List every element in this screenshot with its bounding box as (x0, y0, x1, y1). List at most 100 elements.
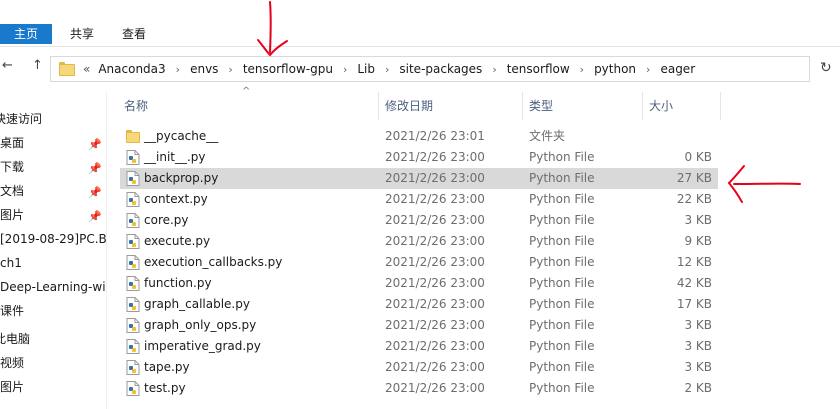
file-size: 9 KB (684, 234, 712, 248)
chevron-right-icon[interactable]: › (228, 63, 232, 76)
nav-item-pictures-pc[interactable]: 图片 (0, 376, 24, 398)
file-row[interactable]: imperative_grad.py 2021/2/26 23:00 Python … (120, 336, 718, 357)
file-type: Python File (529, 192, 595, 206)
file-type: Python File (529, 381, 595, 395)
breadcrumb-eager[interactable]: eager (660, 62, 695, 76)
pin-icon: 📌 (88, 210, 102, 223)
nav-item-deep-learning[interactable]: Deep-Learning-wi (0, 276, 106, 298)
column-divider[interactable] (642, 92, 643, 120)
pin-icon: 📌 (88, 162, 102, 175)
file-type: Python File (529, 276, 595, 290)
file-date: 2021/2/26 23:00 (385, 234, 485, 248)
column-divider[interactable] (522, 92, 523, 120)
nav-item-this-pc[interactable]: 此电脑 (0, 328, 30, 350)
file-name: function.py (144, 276, 212, 290)
file-name: test.py (144, 381, 186, 395)
file-date: 2021/2/26 23:00 (385, 276, 485, 290)
nav-item-documents[interactable]: 文档 (0, 180, 24, 202)
overflow-icon[interactable]: « (83, 62, 90, 76)
python-file-icon (126, 213, 140, 228)
nav-item-courseware[interactable]: 课件 (0, 300, 24, 322)
file-name: execution_callbacks.py (144, 255, 283, 269)
file-date: 2021/2/26 23:00 (385, 255, 485, 269)
file-size: 27 KB (676, 171, 712, 185)
nav-item-quick-access[interactable]: 快速访问 (0, 108, 42, 130)
column-header-type[interactable]: 类型 (529, 96, 553, 116)
refresh-icon[interactable]: ↻ (820, 60, 832, 76)
file-row[interactable]: tape.py 2021/2/26 23:00 Python File 3 KB (120, 357, 718, 378)
file-size: 22 KB (676, 192, 712, 206)
address-bar[interactable]: « Anaconda3 › envs › tensorflow-gpu › Li… (50, 56, 810, 82)
pin-icon: 📌 (88, 186, 102, 199)
file-row[interactable]: execution_callbacks.py 2021/2/26 23:00 Pyt… (120, 252, 718, 273)
column-header-date[interactable]: 修改日期 (385, 96, 433, 116)
sort-caret-icon: ^ (242, 86, 251, 97)
column-header-size[interactable]: 大小 (649, 96, 673, 116)
column-divider[interactable] (378, 92, 379, 120)
python-file-icon (126, 255, 140, 270)
column-header-name[interactable]: 名称 (124, 96, 148, 116)
breadcrumb-tensorflow[interactable]: tensorflow (507, 62, 570, 76)
file-size: 3 KB (684, 360, 712, 374)
column-divider[interactable] (720, 92, 721, 120)
file-row[interactable]: __init__.py 2021/2/26 23:00 Python File 0 K… (120, 147, 718, 168)
python-file-icon (126, 276, 140, 291)
python-file-icon (126, 171, 140, 186)
chevron-right-icon[interactable]: › (343, 63, 347, 76)
nav-item-downloads[interactable]: 下载 (0, 156, 24, 178)
file-name: context.py (144, 192, 208, 206)
file-name: __init__.py (144, 150, 206, 164)
file-date: 2021/2/26 23:00 (385, 360, 485, 374)
back-icon[interactable]: ← (2, 58, 13, 73)
breadcrumb-anaconda3[interactable]: Anaconda3 (98, 62, 165, 76)
python-file-icon (126, 192, 140, 207)
file-row[interactable]: test.py 2021/2/26 23:00 Python File 2 KB (120, 378, 718, 399)
file-size: 3 KB (684, 318, 712, 332)
nav-item-pc-folder[interactable]: [2019-08-29]PC.Bu (0, 228, 106, 250)
python-file-icon (126, 234, 140, 249)
file-row[interactable]: backprop.py 2021/2/26 23:00 Python File 27 … (120, 168, 718, 189)
python-file-icon (126, 360, 140, 375)
breadcrumb-site-packages[interactable]: site-packages (399, 62, 482, 76)
chevron-right-icon[interactable]: › (646, 63, 650, 76)
file-row[interactable]: graph_callable.py 2021/2/26 23:00 Python F… (120, 294, 718, 315)
nav-item-desktop[interactable]: 桌面 (0, 132, 24, 154)
tab-home[interactable]: 主页 (0, 24, 52, 44)
chevron-right-icon[interactable]: › (176, 63, 180, 76)
chevron-right-icon[interactable]: › (492, 63, 496, 76)
up-icon[interactable]: ↑ (32, 58, 43, 73)
file-date: 2021/2/26 23:00 (385, 171, 485, 185)
nav-item-ch1[interactable]: ch1 (0, 252, 22, 274)
breadcrumb: « Anaconda3 › envs › tensorflow-gpu › Li… (79, 57, 695, 81)
breadcrumb-envs[interactable]: envs (190, 62, 218, 76)
nav-item-pictures[interactable]: 图片 (0, 204, 24, 226)
file-row[interactable]: core.py 2021/2/26 23:00 Python File 3 KB (120, 210, 718, 231)
file-row[interactable]: __pycache__ 2021/2/26 23:01 文件夹 (120, 126, 718, 147)
nav-item-videos[interactable]: 视频 (0, 352, 24, 374)
file-name: tape.py (144, 360, 190, 374)
file-type: Python File (529, 213, 595, 227)
tab-share[interactable]: 共享 (66, 24, 98, 44)
python-file-icon (126, 150, 140, 165)
chevron-right-icon[interactable]: › (385, 63, 389, 76)
breadcrumb-lib[interactable]: Lib (357, 62, 375, 76)
file-name: graph_callable.py (144, 297, 250, 311)
file-row[interactable]: execute.py 2021/2/26 23:00 Python File 9 KB (120, 231, 718, 252)
file-date: 2021/2/26 23:00 (385, 192, 485, 206)
file-date: 2021/2/26 23:00 (385, 318, 485, 332)
navigation-bar: ← ↑ « Anaconda3 › envs › tensorflow-gpu … (0, 48, 840, 90)
ribbon: 主页 共享 查看 (0, 0, 840, 47)
tab-view[interactable]: 查看 (118, 24, 150, 44)
breadcrumb-python[interactable]: python (594, 62, 636, 76)
chevron-right-icon[interactable]: › (580, 63, 584, 76)
file-name: backprop.py (144, 171, 219, 185)
breadcrumb-tensorflow-gpu[interactable]: tensorflow-gpu (243, 62, 333, 76)
file-row[interactable]: context.py 2021/2/26 23:00 Python File 22 K… (120, 189, 718, 210)
file-row[interactable]: graph_only_ops.py 2021/2/26 23:00 Python F… (120, 315, 718, 336)
file-type: Python File (529, 150, 595, 164)
file-type: Python File (529, 360, 595, 374)
file-name: execute.py (144, 234, 211, 248)
file-size: 0 KB (684, 150, 712, 164)
file-name: core.py (144, 213, 189, 227)
file-row[interactable]: function.py 2021/2/26 23:00 Python File 42 … (120, 273, 718, 294)
